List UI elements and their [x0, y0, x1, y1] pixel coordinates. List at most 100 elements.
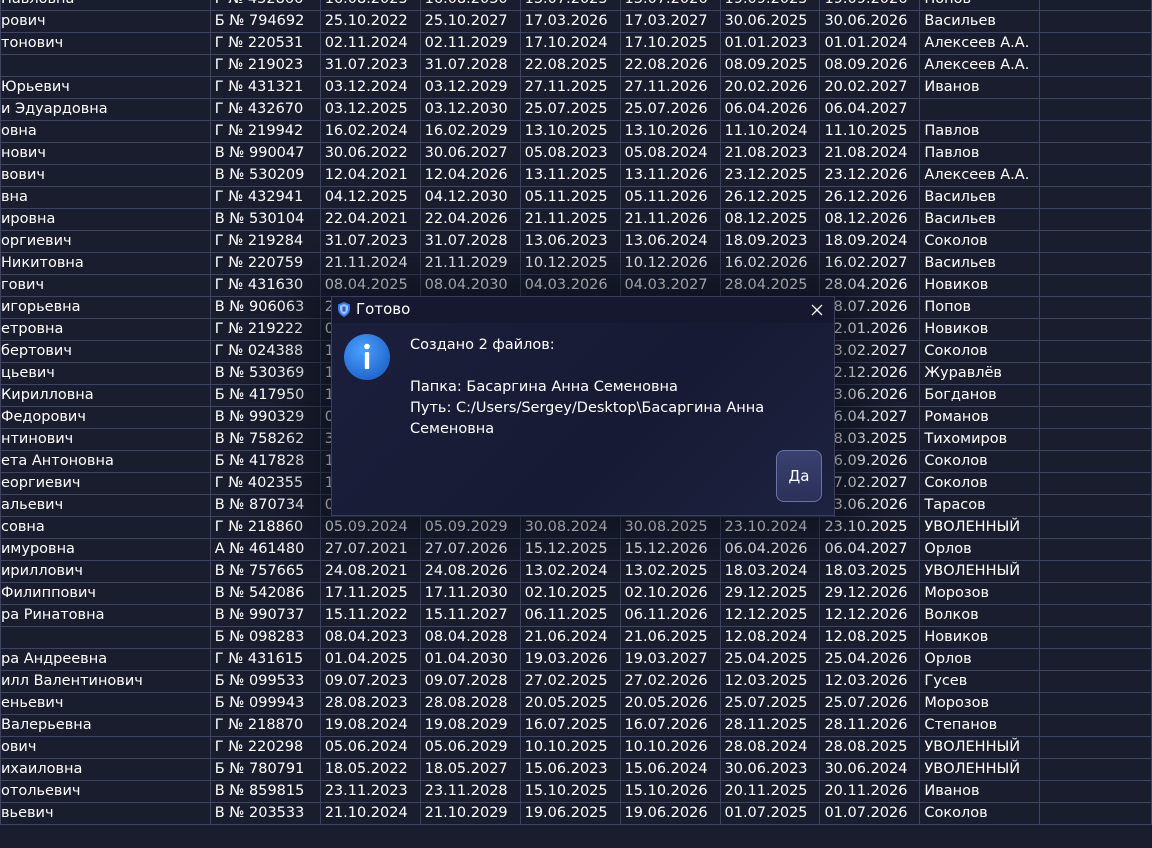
table-cell-next-check-date[interactable]: 23.12.2026: [819, 164, 921, 187]
table-row[interactable]: ПавловнаГ № 43286616.08.202516.08.203013…: [0, 0, 1152, 11]
table-cell-exam-date[interactable]: 17.03.2026: [519, 10, 621, 33]
table-cell-check-date[interactable]: 20.11.2025: [719, 780, 821, 803]
table-cell-document[interactable]: Г № 402355: [209, 472, 321, 495]
table-cell-exam-date[interactable]: 21.11.2025: [519, 208, 621, 231]
table-cell-name[interactable]: [0, 54, 211, 77]
table-cell-document[interactable]: Г № 432670: [209, 98, 321, 121]
table-row[interactable]: ра Ринатовна В № 990737 15.11.2022 15.11.20…: [0, 604, 1152, 627]
table-cell-issue-date[interactable]: 22.04.2021: [319, 208, 421, 231]
table-cell-check-date[interactable]: 28.11.2025: [719, 714, 821, 737]
table-row[interactable]: нович В № 990047 30.06.2022 30.06.2027 05.08…: [0, 142, 1152, 165]
table-cell-exam-date[interactable]: [519, 406, 621, 429]
table-cell-name[interactable]: альевич: [0, 494, 211, 517]
table-cell-name[interactable]: овна: [0, 120, 211, 143]
table-row[interactable]: тонович Г № 220531 02.11.2024 02.11.2029 17.…: [0, 32, 1152, 55]
table-cell-issue-date[interactable]: 03.12.2025: [319, 98, 421, 121]
table-cell-document[interactable]: В № 757665: [209, 560, 321, 583]
table-cell-expiry-date[interactable]: 02.11.2029: [419, 32, 521, 55]
table-row[interactable]: цьевич В № 530369 1 12.12.2026 Журавлёв: [0, 362, 1152, 385]
table-cell-next-exam-date[interactable]: 19.06.2026: [619, 802, 721, 825]
table-cell-issue-date[interactable]: 02.11.2024: [319, 32, 421, 55]
table-cell-inspector[interactable]: Волков: [919, 604, 1041, 627]
table-row[interactable]: альевич В № 870734 0 13.06.2026 Тарасов: [0, 494, 1152, 517]
table-cell-inspector[interactable]: Васильев: [919, 186, 1041, 209]
table-row[interactable]: овна Г № 219942 16.02.2024 16.02.2029 13.10.…: [0, 120, 1152, 143]
table-cell-next-check-date[interactable]: 23.10.2025: [819, 516, 921, 539]
table-cell-document[interactable]: Б № 098283: [209, 626, 321, 649]
table-row[interactable]: Г № 219023 31.07.2023 31.07.2028 22.08.2025…: [0, 54, 1152, 77]
table-cell-exam-date[interactable]: 15.12.2025: [519, 538, 621, 561]
table-cell-check-date[interactable]: 29.12.2025: [719, 582, 821, 605]
table-cell-inspector[interactable]: Соколов: [919, 802, 1041, 825]
table-cell-next-check-date[interactable]: 30.06.2024: [819, 758, 921, 781]
table-cell-document[interactable]: Г № 432941: [209, 186, 321, 209]
table-cell-issue-date[interactable]: 0: [319, 318, 421, 341]
table-cell-next-exam-date[interactable]: 22.08.2026: [619, 54, 721, 77]
table-cell-next-check-date[interactable]: 08.12.2026: [819, 208, 921, 231]
table-cell-inspector[interactable]: УВОЛЕННЫЙ: [919, 736, 1041, 759]
table-cell-next-check-date[interactable]: 20.02.2027: [819, 76, 921, 99]
table-cell-empty[interactable]: [1039, 362, 1152, 385]
table-row[interactable]: игорьевна В № 906063 2 28.07.2026 Попов: [0, 296, 1152, 319]
table-cell-document[interactable]: Г № 219942: [209, 120, 321, 143]
table-cell-next-check-date[interactable]: 11.10.2025: [819, 120, 921, 143]
table-row[interactable]: бертович Г № 024388 1 13.02.2027 Соколов: [0, 340, 1152, 363]
table-cell-document[interactable]: Г № 220759: [209, 252, 321, 275]
table-cell-next-exam-date[interactable]: 06.11.2026: [619, 604, 721, 627]
table-cell-exam-date[interactable]: 02.10.2025: [519, 582, 621, 605]
table-cell-exam-date[interactable]: 27.02.2025: [519, 670, 621, 693]
table-cell-empty[interactable]: [1039, 450, 1152, 473]
table-cell-next-exam-date[interactable]: 19.03.2027: [619, 648, 721, 671]
table-cell-expiry-date[interactable]: 04.12.2030: [419, 186, 521, 209]
table-cell-next-exam-date[interactable]: [619, 450, 721, 473]
table-cell-name[interactable]: илл Валентинович: [0, 670, 211, 693]
table-cell-next-check-date[interactable]: 06.04.2027: [819, 98, 921, 121]
table-cell-inspector[interactable]: Васильев: [919, 252, 1041, 275]
table-cell-name[interactable]: отольевич: [0, 780, 211, 803]
table-cell-next-check-date[interactable]: 16.09.2026: [819, 450, 921, 473]
table-cell-check-date[interactable]: [719, 340, 821, 363]
table-cell-exam-date[interactable]: 21.06.2024: [519, 626, 621, 649]
table-cell-issue-date[interactable]: 25.10.2022: [319, 10, 421, 33]
table-cell-issue-date[interactable]: 19.08.2024: [319, 714, 421, 737]
table-cell-issue-date[interactable]: 0: [319, 494, 421, 517]
table-cell-document[interactable]: Г № 219023: [209, 54, 321, 77]
table-cell-inspector[interactable]: Попов: [919, 296, 1041, 319]
table-cell-empty[interactable]: [1039, 714, 1152, 737]
table-cell-inspector[interactable]: Богданов: [919, 384, 1041, 407]
table-cell-document[interactable]: В № 530369: [209, 362, 321, 385]
table-cell-name[interactable]: Юрьевич: [0, 76, 211, 99]
table-cell-issue-date[interactable]: 27.07.2021: [319, 538, 421, 561]
table-cell-expiry-date[interactable]: 21.11.2029: [419, 252, 521, 275]
table-cell-name[interactable]: вович: [0, 164, 211, 187]
table-cell-issue-date[interactable]: 03.12.2024: [319, 76, 421, 99]
table-cell-next-check-date[interactable]: 28.07.2026: [819, 296, 921, 319]
table-cell-issue-date[interactable]: 16.02.2024: [319, 120, 421, 143]
table-cell-empty[interactable]: [1039, 692, 1152, 715]
table-cell-next-check-date[interactable]: 12.03.2026: [819, 670, 921, 693]
table-cell-name[interactable]: тонович: [0, 32, 211, 55]
table-cell-document[interactable]: В № 990737: [209, 604, 321, 627]
table-cell-next-check-date[interactable]: 20.11.2026: [819, 780, 921, 803]
table-cell-exam-date[interactable]: [519, 472, 621, 495]
table-cell-document[interactable]: В № 758262: [209, 428, 321, 451]
table-cell-check-date[interactable]: [719, 428, 821, 451]
table-cell-inspector[interactable]: Иванов: [919, 780, 1041, 803]
table-cell-issue-date[interactable]: 09.07.2023: [319, 670, 421, 693]
table-cell-next-check-date[interactable]: 12.01.2026: [819, 318, 921, 341]
table-cell-empty[interactable]: [1039, 186, 1152, 209]
table-cell-expiry-date[interactable]: [419, 384, 521, 407]
table-cell-expiry-date[interactable]: [419, 362, 521, 385]
table-cell-next-exam-date[interactable]: [619, 406, 721, 429]
table-cell-next-exam-date[interactable]: 13.07.2026: [619, 0, 721, 11]
table-cell-name[interactable]: еоргиевич: [0, 472, 211, 495]
table-cell-next-exam-date[interactable]: 25.07.2026: [619, 98, 721, 121]
table-row[interactable]: еоргиевич Г № 402355 1 17.02.2027 Соколов: [0, 472, 1152, 495]
table-row[interactable]: Б № 098283 08.04.2023 08.04.2028 21.06.2024…: [0, 626, 1152, 649]
table-cell-empty[interactable]: [1039, 428, 1152, 451]
table-cell-check-date[interactable]: 25.07.2025: [719, 692, 821, 715]
table-cell-next-exam-date[interactable]: 27.02.2026: [619, 670, 721, 693]
table-cell-exam-date[interactable]: 06.11.2025: [519, 604, 621, 627]
table-cell-name[interactable]: ра Ринатовна: [0, 604, 211, 627]
table-cell-inspector[interactable]: Соколов: [919, 472, 1041, 495]
